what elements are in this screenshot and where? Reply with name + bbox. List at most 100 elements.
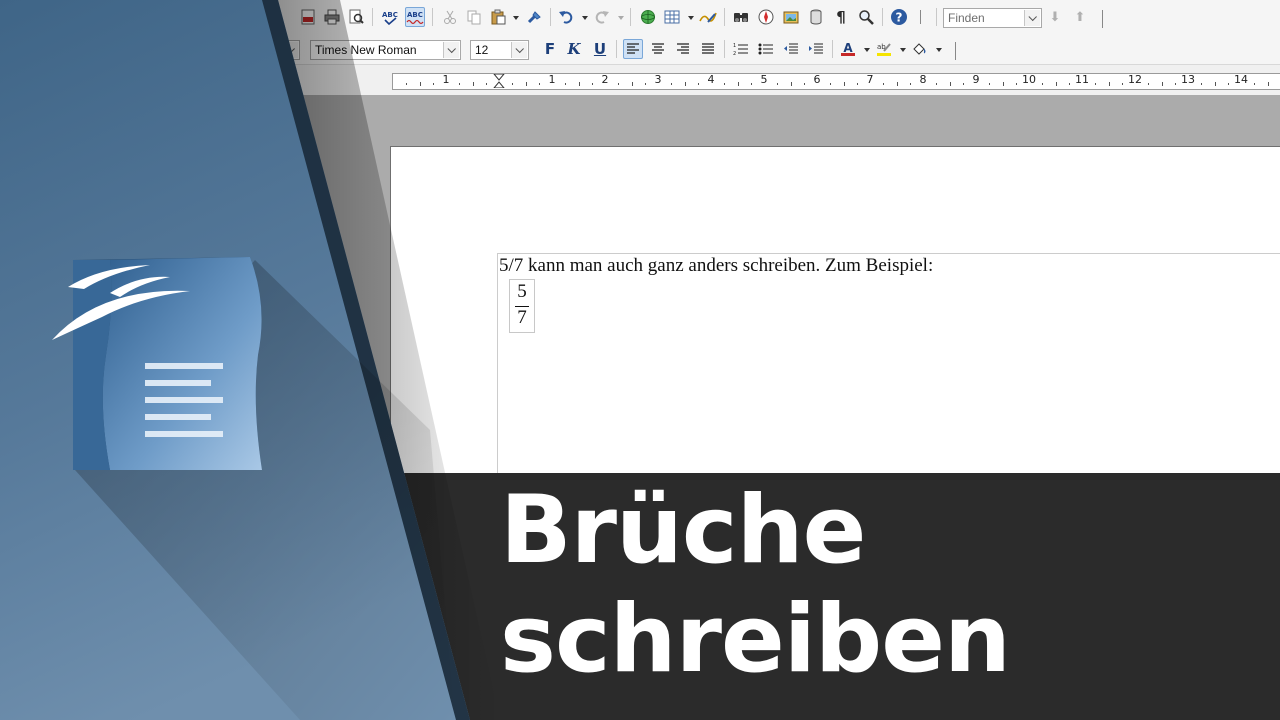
ruler-number: 3 [654,73,662,86]
table-dropdown-icon[interactable] [688,16,694,20]
copy-icon[interactable] [464,7,484,27]
background-color-dropdown-icon[interactable] [936,48,942,52]
find-dropdown-button[interactable] [1024,10,1040,26]
ruler-tick [644,83,646,85]
underline-button[interactable]: U [590,39,610,59]
toolbar-grip[interactable] [936,8,937,26]
ruler-tick [1108,82,1110,86]
document-page[interactable]: 5/7 kann man auch ganz anders schreiben.… [390,146,1280,483]
ruler-tick [737,82,739,86]
horizontal-ruler[interactable]: 1 1 2 3 4 5 6 7 8 9 10 11 12 13 14 [392,73,1280,90]
ruler-tick [671,83,673,85]
cut-icon[interactable] [440,7,460,27]
document-text[interactable]: 5/7 kann man auch ganz anders schreiben.… [499,255,933,277]
decrease-indent-icon[interactable] [781,39,801,59]
separator [616,40,617,58]
ruler-tick [472,82,474,86]
ruler-tick [538,83,540,85]
align-center-icon[interactable] [648,39,668,59]
bullets-icon[interactable] [756,39,776,59]
gallery-icon[interactable] [781,7,801,27]
ruler-tick [830,83,832,85]
spellcheck-icon[interactable]: ABC [380,7,400,27]
undo-icon[interactable] [556,7,576,27]
paragraph-style-box[interactable] [280,40,300,60]
separator [724,40,725,58]
align-right-icon[interactable] [673,39,693,59]
indent-marker-icon[interactable] [493,74,505,88]
ruler-tick [803,83,805,85]
ruler-tick [962,83,964,85]
redo-icon[interactable] [592,7,612,27]
font-name-dropdown[interactable] [443,42,459,58]
navigator-icon[interactable] [756,7,776,27]
ruler-tick [790,82,792,86]
svg-text:2: 2 [733,51,736,56]
font-size-dropdown[interactable] [511,42,527,58]
ruler-tick [1042,83,1044,85]
font-color-icon[interactable]: A [838,39,858,59]
ruler-tick [724,83,726,85]
svg-text:1: 1 [733,43,736,49]
ruler-number: 1 [548,73,556,86]
ruler-tick [1227,83,1229,85]
font-name-box[interactable]: Times New Roman [310,40,461,60]
increase-indent-icon[interactable] [806,39,826,59]
separator [550,8,551,26]
toolbar-overflow[interactable] [1102,10,1103,28]
font-size-box[interactable]: 12 [470,40,529,60]
ruler-tick [512,83,514,85]
font-name-value: Times New Roman [315,43,417,57]
toolbar-overflow[interactable] [920,10,921,24]
clone-formatting-icon[interactable] [524,7,544,27]
ruler-number: 1 [442,73,450,86]
ruler-tick [1214,82,1216,86]
fraction-numerator: 5 [517,281,527,302]
video-title: Brüche schreiben [500,476,1011,694]
paste-icon[interactable] [488,7,508,27]
ruler-tick [949,82,951,86]
formatting-marks-icon[interactable]: ¶ [831,7,851,27]
autospellcheck-icon[interactable]: ABC [405,7,425,27]
formula-object[interactable]: 5 7 [509,279,535,333]
redo-dropdown-icon[interactable] [618,16,624,20]
background-color-icon[interactable] [910,39,930,59]
ruler-tick [591,83,593,85]
align-left-icon[interactable] [623,39,643,59]
find-input[interactable]: Finden [943,8,1042,28]
paste-dropdown-icon[interactable] [513,16,519,20]
print-icon[interactable] [322,7,342,27]
undo-dropdown-icon[interactable] [582,16,588,20]
ruler-number: 2 [601,73,609,86]
find-replace-icon[interactable] [731,7,751,27]
separator [630,8,631,26]
fraction-denominator: 7 [517,307,527,328]
ruler-tick [1068,83,1070,85]
highlighting-dropdown-icon[interactable] [900,48,906,52]
find-previous-icon[interactable]: ⬆ [1070,7,1090,27]
paragraph-style-dropdown[interactable] [282,42,298,58]
draw-functions-icon[interactable] [698,7,718,27]
help-icon[interactable]: ? [889,7,909,27]
justify-icon[interactable] [698,39,718,59]
highlighting-icon[interactable]: ab [874,39,894,59]
ruler-number: 6 [813,73,821,86]
ruler-number: 4 [707,73,715,86]
numbering-icon[interactable]: 12 [731,39,751,59]
hyperlink-icon[interactable] [638,7,658,27]
horizontal-ruler-bar: 1 1 2 3 4 5 6 7 8 9 10 11 12 13 14 [0,64,1280,96]
find-next-icon[interactable]: ⬇ [1045,7,1065,27]
zoom-icon[interactable] [856,7,876,27]
font-color-dropdown-icon[interactable] [864,48,870,52]
data-sources-icon[interactable] [806,7,826,27]
print-preview-icon[interactable] [346,7,366,27]
separator [832,40,833,58]
table-icon[interactable] [662,7,682,27]
bold-button[interactable]: F [540,39,560,59]
ruler-tick [1015,83,1017,85]
toolbar-overflow[interactable] [955,42,956,60]
italic-button[interactable]: K [564,39,584,59]
separator [432,8,433,26]
export-pdf-icon[interactable] [298,7,318,27]
find-placeholder: Finden [948,11,985,25]
